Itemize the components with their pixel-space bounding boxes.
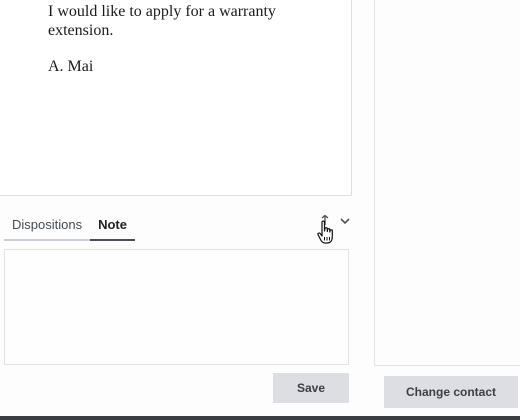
tab-note[interactable]: Note	[90, 217, 135, 241]
bottom-bar	[0, 416, 520, 420]
email-text: I would like to apply for a warranty ext…	[48, 2, 338, 93]
tab-dispositions[interactable]: Dispositions	[4, 217, 91, 241]
email-signature: A. Mai	[48, 58, 94, 75]
contact-panel	[374, 0, 520, 366]
chevron-down-svg	[340, 218, 350, 225]
tab-bar: Dispositions Note	[4, 213, 135, 241]
interaction-panel: I would like to apply for a warranty ext…	[0, 0, 362, 420]
save-button[interactable]: Save	[273, 373, 349, 403]
hand-pointer-icon	[316, 220, 338, 246]
chevron-down-icon[interactable]	[338, 214, 352, 228]
email-paragraph: I would like to apply for a warranty ext…	[48, 3, 276, 39]
change-contact-button[interactable]: Change contact	[384, 376, 518, 408]
email-body: I would like to apply for a warranty ext…	[0, 0, 352, 196]
hand-pointer-svg	[317, 220, 333, 244]
app-root: I would like to apply for a warranty ext…	[0, 0, 520, 420]
note-textarea[interactable]	[4, 249, 349, 365]
